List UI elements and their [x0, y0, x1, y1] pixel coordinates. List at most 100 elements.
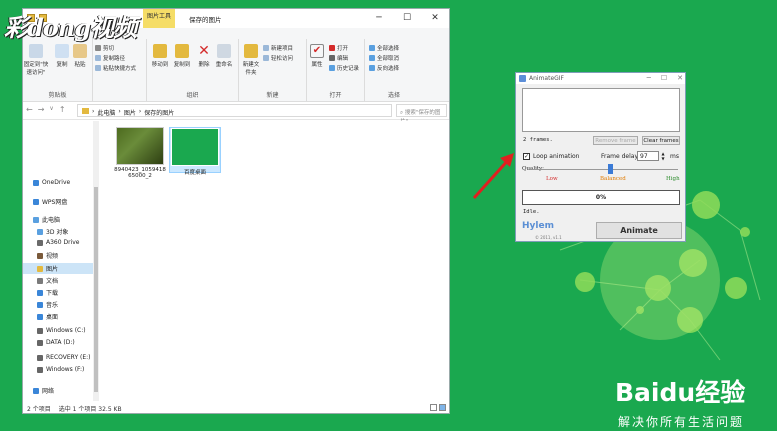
back-arrow-icon[interactable]: ←: [26, 105, 33, 114]
maximize-button[interactable]: ☐: [661, 74, 667, 82]
file-name: 8940423_105941865000_2: [114, 167, 166, 179]
quality-slider-thumb[interactable]: [608, 164, 613, 174]
open-button[interactable]: 打开: [329, 44, 348, 52]
sidebar-item[interactable]: 图片: [23, 263, 93, 274]
sidebar-item-icon: [37, 277, 43, 284]
app-icon: [519, 75, 526, 82]
baidu-jingyan-logo: Baidu经验: [615, 378, 746, 407]
paste-shortcut-label: 粘贴快捷方式: [103, 66, 137, 72]
new-group: 新建文件夹 新建项目 轻松访问 新建: [239, 39, 307, 101]
frame-count: 2 frames.: [523, 137, 553, 143]
sidebar-item-icon: [37, 366, 43, 373]
loop-label: Loop animation: [533, 153, 580, 160]
rename-button[interactable]: 重命名: [213, 44, 235, 68]
navigation-bar: ← → ∨ ↑ › 此电脑 › 图片 › 保存的图片 ⌕ 搜索"保存的图片": [23, 102, 449, 125]
properties-button[interactable]: ✔ 属性: [309, 44, 325, 68]
sidebar-item-label: Windows (F:): [46, 366, 85, 373]
sidebar-item[interactable]: DATA (D:): [37, 339, 75, 346]
sidebar-item[interactable]: Windows (C:): [37, 327, 86, 334]
remove-frame-button[interactable]: Remove frame: [593, 136, 638, 145]
file-item[interactable]: 8940423_105941865000_2: [114, 127, 166, 179]
sidebar-item[interactable]: RECOVERY (E:): [37, 354, 91, 361]
paste-button[interactable]: 粘贴: [69, 44, 91, 68]
scroll-thumb[interactable]: [94, 187, 98, 392]
sidebar-item[interactable]: A360 Drive: [37, 239, 79, 246]
frame-delay-input[interactable]: 97: [637, 151, 659, 161]
animate-button[interactable]: Animate: [596, 222, 682, 239]
sidebar-item[interactable]: 桌面: [37, 312, 58, 321]
history-button[interactable]: 历史记录: [329, 64, 359, 72]
select-none-button[interactable]: 全部取消: [369, 54, 399, 62]
sidebar-item[interactable]: 网络: [33, 386, 54, 395]
sidebar-item[interactable]: 3D 对象: [37, 227, 68, 236]
large-icons-view-icon[interactable]: [439, 404, 446, 411]
new-folder-button[interactable]: 新建文件夹: [241, 44, 261, 76]
copy-to-button[interactable]: 复制到: [171, 44, 193, 68]
quality-balanced-label: Balanced: [600, 176, 626, 182]
loop-animation-option[interactable]: ✓ Loop animation: [523, 153, 579, 160]
easy-access-label: 轻松访问: [271, 56, 294, 62]
group-label: 新建: [266, 92, 279, 99]
sidebar-scrollbar[interactable]: [93, 121, 99, 403]
image-thumbnail: [171, 128, 219, 166]
easy-access-button[interactable]: 轻松访问: [263, 54, 293, 62]
sidebar-item-label: 音乐: [46, 302, 59, 309]
sidebar-item[interactable]: 音乐: [37, 300, 58, 309]
sidebar-item-label: 图片: [46, 266, 59, 273]
invert-selection-button[interactable]: 反向选择: [369, 64, 399, 72]
watermark-logo: 彩dong视频: [4, 13, 137, 42]
sidebar-item[interactable]: Windows (F:): [37, 366, 84, 373]
breadcrumb-this-pc[interactable]: 此电脑: [97, 108, 115, 117]
sidebar-item[interactable]: 下载: [37, 288, 58, 297]
minimize-button[interactable]: ─: [647, 74, 651, 82]
clipboard-small-group: 剪切 复制路径 粘贴快捷方式: [93, 39, 147, 101]
paste-icon: [73, 44, 87, 58]
sidebar-item[interactable]: OneDrive: [33, 179, 70, 186]
delete-button[interactable]: ✕ 删除: [193, 44, 215, 68]
dialog-title: AnimateGIF: [529, 75, 565, 82]
edit-label: 编辑: [337, 56, 349, 62]
maximize-button[interactable]: ☐: [393, 9, 421, 28]
minimize-button[interactable]: ─: [365, 9, 393, 28]
sidebar-item[interactable]: 此电脑: [33, 215, 60, 224]
up-arrow-icon[interactable]: ↑: [59, 105, 66, 114]
dialog-title-bar: AnimateGIF ─ ☐ ✕: [516, 73, 685, 84]
group-label: 打开: [329, 92, 342, 99]
sidebar-item-label: WPS网盘: [42, 199, 68, 206]
sidebar-item-label: OneDrive: [42, 179, 71, 186]
search-box[interactable]: ⌕ 搜索"保存的图片": [396, 104, 447, 125]
quality-low-label: Low: [546, 176, 558, 182]
sidebar-item-icon: [37, 289, 43, 296]
select-all-button[interactable]: 全部选择: [369, 44, 399, 52]
paste-label: 粘贴: [74, 62, 86, 68]
paste-shortcut-button[interactable]: 粘贴快捷方式: [95, 64, 136, 72]
details-view-icon[interactable]: [430, 404, 437, 411]
address-bar[interactable]: › 此电脑 › 图片 › 保存的图片: [77, 104, 392, 117]
quality-slider-track[interactable]: [530, 169, 678, 170]
file-item[interactable]: 百度桌面: [169, 127, 221, 176]
breadcrumb-saved-pictures[interactable]: 保存的图片: [144, 108, 174, 117]
edit-icon: [329, 55, 335, 61]
history-icon: [329, 65, 335, 71]
spin-buttons[interactable]: ▲ ▼: [660, 151, 666, 161]
breadcrumb-pictures[interactable]: 图片: [124, 108, 136, 117]
sidebar-item[interactable]: WPS网盘: [33, 197, 67, 206]
sidebar-item[interactable]: 视频: [37, 251, 58, 260]
picture-tools-tab[interactable]: 图片工具: [143, 9, 176, 28]
loop-checkbox[interactable]: ✓: [523, 153, 530, 160]
close-button[interactable]: ✕: [677, 74, 683, 82]
copy-path-icon: [95, 55, 101, 61]
edit-button[interactable]: 编辑: [329, 54, 348, 62]
copy-path-button[interactable]: 复制路径: [95, 54, 125, 62]
cut-button[interactable]: 剪切: [95, 44, 114, 52]
forward-arrow-icon[interactable]: →: [38, 105, 45, 114]
clear-frames-button[interactable]: Clear frames: [642, 136, 680, 145]
close-button[interactable]: ✕: [421, 9, 449, 28]
new-folder-icon: [244, 44, 258, 58]
open-icon: [329, 45, 335, 51]
sidebar-item[interactable]: 文档: [37, 276, 58, 285]
recent-chevron-icon[interactable]: ∨: [49, 105, 53, 114]
pin-quick-access-button[interactable]: 固定到"快速访问": [24, 44, 48, 76]
new-item-button[interactable]: 新建项目: [263, 44, 293, 52]
move-to-button[interactable]: 移动到: [149, 44, 171, 68]
